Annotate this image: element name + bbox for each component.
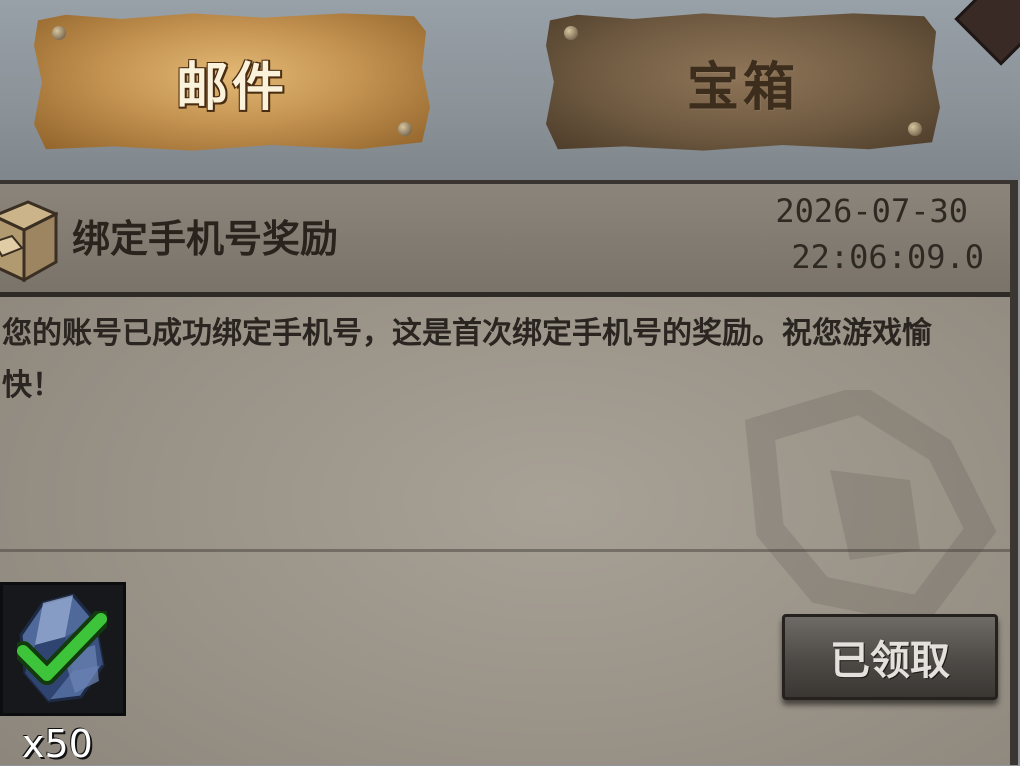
emblem-watermark-icon <box>744 390 997 626</box>
tab-chest-label: 宝箱 <box>686 57 799 118</box>
mail-title: 绑定手机号奖励 <box>72 217 339 261</box>
tab-mail-label: 邮件 <box>175 57 288 118</box>
reward-item-count: x50 <box>22 722 93 766</box>
pin-icon <box>52 26 66 40</box>
checkmark-icon <box>17 611 107 685</box>
pin-icon <box>908 122 922 136</box>
divider <box>0 549 1010 552</box>
package-icon <box>0 200 58 282</box>
tab-chest[interactable]: 宝箱 <box>546 13 940 151</box>
claimed-button[interactable]: 已领取 <box>782 614 998 700</box>
mail-date: 2026-07-30 <box>775 192 968 230</box>
pin-icon <box>398 122 412 136</box>
mail-body: 您的账号已成功绑定手机号，这是首次绑定手机号的奖励。祝您游戏愉快！ <box>2 316 932 403</box>
tab-mail[interactable]: 邮件 <box>34 13 430 151</box>
pin-icon <box>564 26 578 40</box>
mail-time: 22:06:09.0 <box>791 238 984 276</box>
reward-item-slot[interactable] <box>0 582 126 716</box>
claimed-button-label: 已领取 <box>830 638 950 684</box>
